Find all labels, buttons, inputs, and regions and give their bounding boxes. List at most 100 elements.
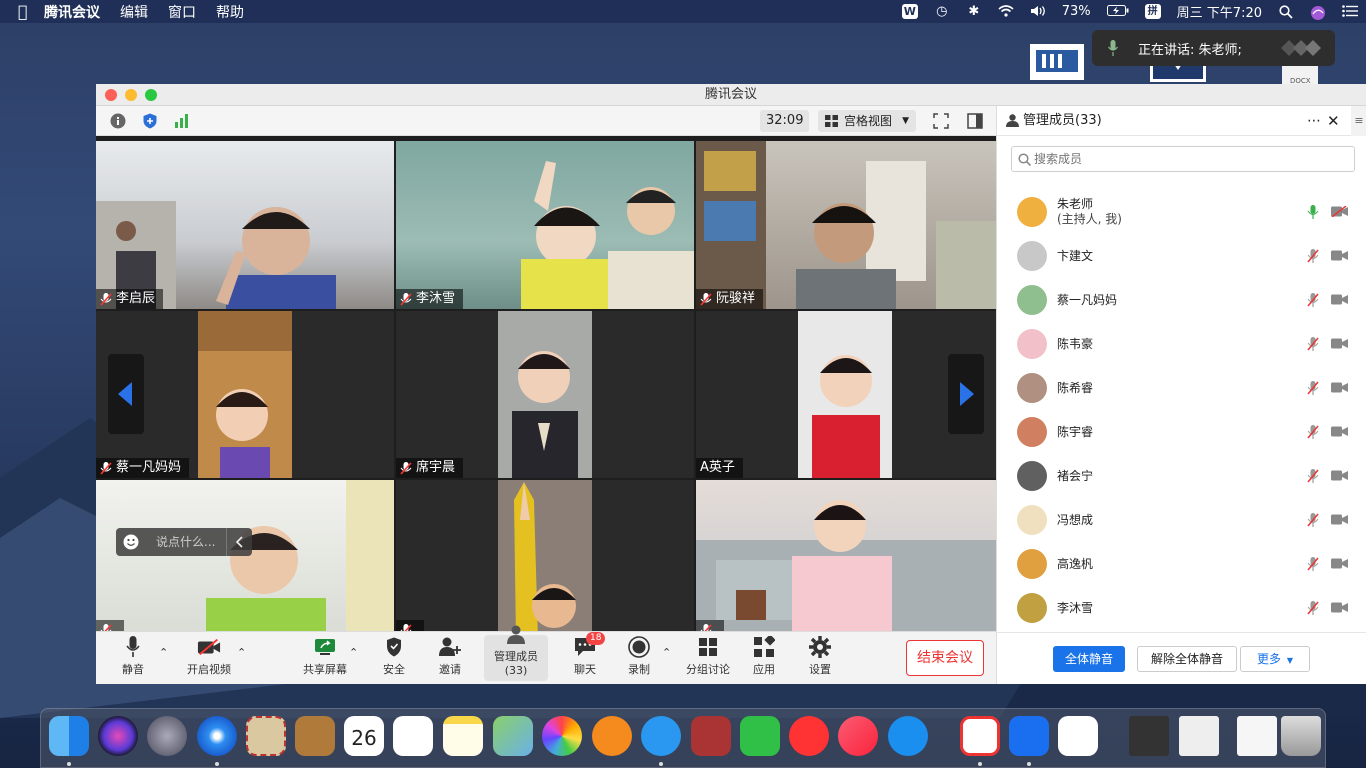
record-options-chevron-icon[interactable]: ⌃	[662, 646, 671, 659]
video-tile[interactable]	[696, 480, 996, 631]
menu-window[interactable]: 窗口	[168, 2, 196, 22]
microphone-muted-icon[interactable]	[1307, 249, 1319, 263]
more-actions-dropdown[interactable]: 更多 ▼	[1240, 646, 1310, 672]
panel-menu-icon[interactable]: ≡	[1351, 106, 1366, 136]
downloads-stack-icon[interactable]	[1237, 716, 1277, 756]
next-page-button[interactable]	[948, 354, 984, 434]
emoji-icon[interactable]	[123, 534, 139, 550]
calendar-icon[interactable]: 26	[344, 716, 384, 756]
breakout-rooms-button[interactable]: 分组讨论	[686, 635, 730, 681]
video-tile[interactable]: 李沐雪	[396, 141, 694, 309]
recent-document-icon[interactable]	[1179, 716, 1219, 756]
video-options-chevron-icon[interactable]: ⌃	[237, 646, 246, 659]
video-camera-icon[interactable]	[1331, 382, 1348, 393]
spotlight-search-icon[interactable]	[1278, 4, 1294, 19]
news-icon[interactable]	[789, 716, 829, 756]
security-shield-icon[interactable]	[142, 113, 158, 129]
baidu-netdisk-icon[interactable]	[1058, 716, 1098, 756]
microphone-muted-icon[interactable]	[1307, 557, 1319, 571]
microphone-muted-icon[interactable]	[1307, 293, 1319, 307]
video-tile[interactable]	[396, 480, 694, 631]
zoom-window-button[interactable]	[145, 89, 157, 101]
microphone-muted-icon[interactable]	[1307, 601, 1319, 615]
member-row[interactable]: 褚会宁	[997, 454, 1357, 498]
launchpad-icon[interactable]	[147, 716, 187, 756]
close-panel-icon[interactable]: ✕	[1327, 106, 1340, 136]
close-window-button[interactable]	[105, 89, 117, 101]
mic-options-chevron-icon[interactable]: ⌃	[159, 646, 168, 659]
video-tile[interactable]: 阮骏祥	[696, 141, 996, 309]
video-tile[interactable]: 席宇晨	[396, 311, 694, 478]
menu-edit[interactable]: 编辑	[120, 2, 148, 22]
photos-icon[interactable]	[542, 716, 582, 756]
member-row[interactable]: 陈宇睿	[997, 410, 1357, 454]
video-camera-icon[interactable]	[1331, 338, 1348, 349]
invite-button[interactable]: 邀请	[436, 635, 464, 681]
collapse-chat-icon[interactable]	[226, 528, 252, 556]
member-search-input[interactable]	[1034, 147, 1334, 171]
more-options-icon[interactable]: ⋯	[1307, 106, 1322, 136]
music-icon[interactable]	[838, 716, 878, 756]
microphone-muted-icon[interactable]	[1307, 337, 1319, 351]
security-button[interactable]: 安全	[380, 635, 408, 681]
share-screen-button[interactable]: 共享屏幕	[302, 635, 348, 681]
messages-icon[interactable]	[641, 716, 681, 756]
manage-members-button[interactable]: 管理成员(33)	[484, 625, 548, 681]
view-mode-dropdown[interactable]: 宫格视图 ▼	[818, 110, 916, 132]
video-camera-icon[interactable]	[1331, 514, 1348, 525]
apps-button[interactable]: 应用	[752, 635, 776, 681]
end-meeting-button[interactable]: 结束会议	[906, 640, 984, 676]
docx-file-icon[interactable]: DOCX	[1278, 64, 1322, 86]
video-camera-icon[interactable]	[1331, 602, 1348, 613]
wps-office-icon[interactable]	[960, 716, 1000, 756]
chat-button[interactable]: 18 聊天	[568, 632, 606, 681]
share-options-chevron-icon[interactable]: ⌃	[349, 646, 358, 659]
clock[interactable]: 周三 下午7:20	[1177, 2, 1262, 21]
reminders-icon[interactable]	[393, 716, 433, 756]
video-tile[interactable]: 李启辰	[96, 141, 394, 309]
minimize-window-button[interactable]	[125, 89, 137, 101]
video-off-icon[interactable]	[1331, 206, 1348, 217]
safari-icon[interactable]	[197, 716, 237, 756]
microphone-muted-icon[interactable]	[1307, 469, 1319, 483]
microphone-muted-icon[interactable]	[1307, 381, 1319, 395]
video-camera-icon[interactable]	[1331, 426, 1348, 437]
start-video-button[interactable]: 开启视频	[186, 635, 232, 681]
mute-button[interactable]: 静音	[116, 635, 150, 681]
siri-icon[interactable]	[1310, 5, 1326, 20]
microphone-on-icon[interactable]	[1307, 205, 1319, 219]
toggle-sidebar-icon[interactable]	[967, 113, 983, 129]
menu-app-name[interactable]: 腾讯会议	[44, 2, 100, 22]
maps-icon[interactable]	[493, 716, 533, 756]
microphone-muted-icon[interactable]	[1307, 425, 1319, 439]
desktop-file-icon[interactable]	[1030, 44, 1084, 80]
bluetooth-icon[interactable]: ✱	[966, 4, 982, 19]
notification-center-icon[interactable]	[1342, 4, 1358, 19]
previous-page-button[interactable]	[108, 354, 144, 434]
app-store-icon[interactable]	[888, 716, 928, 756]
notes-icon[interactable]	[443, 716, 483, 756]
wifi-icon[interactable]	[998, 4, 1014, 19]
mute-all-button[interactable]: 全体静音	[1053, 646, 1125, 672]
unmute-all-button[interactable]: 解除全体静音	[1137, 646, 1237, 672]
menu-help[interactable]: 帮助	[216, 2, 244, 22]
facetime-icon[interactable]	[740, 716, 780, 756]
volume-icon[interactable]	[1030, 5, 1046, 19]
video-camera-icon[interactable]	[1331, 558, 1348, 569]
video-camera-icon[interactable]	[1331, 294, 1348, 305]
member-row[interactable]: 高逸杋	[997, 542, 1357, 586]
finder-icon[interactable]	[49, 716, 89, 756]
quick-chat-input[interactable]: 说点什么...	[116, 528, 252, 556]
mail-icon[interactable]	[246, 716, 286, 756]
books-icon[interactable]	[592, 716, 632, 756]
member-row[interactable]: 卞建文	[997, 234, 1357, 278]
video-camera-icon[interactable]	[1331, 470, 1348, 481]
settings-button[interactable]: 设置	[808, 635, 832, 681]
siri-icon[interactable]	[98, 716, 138, 756]
battery-icon[interactable]	[1106, 4, 1129, 19]
time-machine-icon[interactable]: ◷	[934, 4, 950, 19]
microphone-muted-icon[interactable]	[1307, 513, 1319, 527]
member-row[interactable]: 蔡一凡妈妈	[997, 278, 1357, 322]
network-signal-icon[interactable]	[174, 113, 190, 129]
input-method-icon[interactable]: 拼	[1144, 4, 1161, 19]
